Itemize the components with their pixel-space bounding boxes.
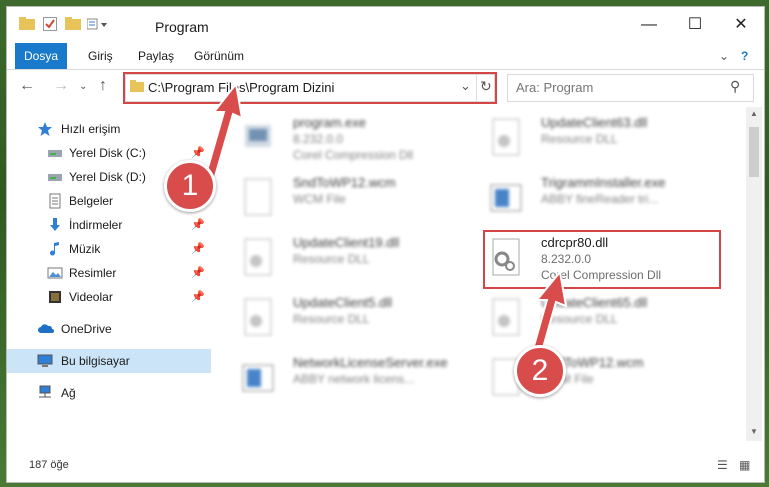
arrow-1 [203, 81, 244, 182]
step-badge-1: 1 [164, 160, 216, 212]
annotation-arrows [203, 81, 568, 364]
step-badge-2: 2 [514, 345, 566, 397]
